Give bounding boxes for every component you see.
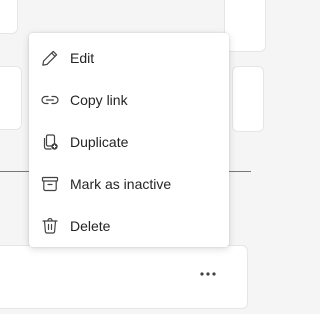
pencil-icon <box>40 48 60 68</box>
archive-icon <box>40 174 60 194</box>
menu-item-label: Edit <box>70 50 95 66</box>
menu-item-label: Delete <box>70 218 111 234</box>
menu-item-label: Duplicate <box>70 134 129 150</box>
menu-item-duplicate[interactable]: Duplicate <box>29 121 229 163</box>
menu-item-edit[interactable]: Edit <box>29 37 229 79</box>
menu-item-copy-link[interactable]: Copy link <box>29 79 229 121</box>
background-card <box>0 66 22 130</box>
trash-icon <box>40 216 60 236</box>
menu-item-delete[interactable]: Delete <box>29 205 229 247</box>
more-options-button[interactable] <box>196 264 220 284</box>
menu-item-label: Copy link <box>70 92 128 108</box>
link-icon <box>40 90 60 110</box>
background-card <box>232 66 264 132</box>
background-card <box>0 0 18 34</box>
menu-item-label: Mark as inactive <box>70 176 172 192</box>
duplicate-icon <box>40 132 60 152</box>
more-horizontal-icon <box>200 272 216 276</box>
menu-item-mark-inactive[interactable]: Mark as inactive <box>29 163 229 205</box>
context-menu: Edit Copy link Duplicate Mark as inactiv… <box>29 33 229 247</box>
background-card <box>224 0 266 52</box>
